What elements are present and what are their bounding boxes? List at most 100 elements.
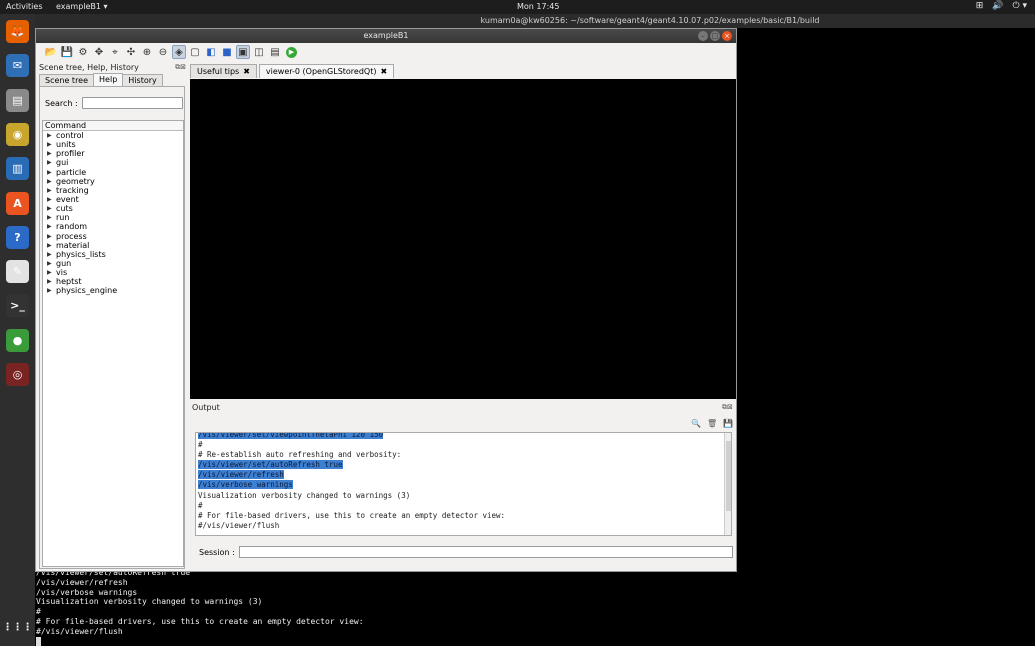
- expand-arrow-icon[interactable]: ▶: [47, 195, 56, 204]
- tab-scene-tree[interactable]: Scene tree: [39, 74, 95, 86]
- zoom-in-icon[interactable]: ⊕: [140, 45, 154, 59]
- command-item-gui[interactable]: ▶ gui: [43, 158, 183, 167]
- maximize-button[interactable]: □: [710, 31, 720, 41]
- search-icon[interactable]: 🔍: [691, 419, 701, 428]
- command-item-cuts[interactable]: ▶ cuts: [43, 204, 183, 213]
- command-item-run[interactable]: ▶ run: [43, 213, 183, 222]
- terminal-cursor: [36, 636, 41, 646]
- command-item-event[interactable]: ▶ event: [43, 195, 183, 204]
- command-item-control[interactable]: ▶ control: [43, 131, 183, 140]
- command-item-random[interactable]: ▶ random: [43, 222, 183, 231]
- output-log[interactable]: /vis/viewer/set/viewpointThetaPhi 120 15…: [195, 432, 732, 536]
- command-tree[interactable]: Command ▶ control ▶ units ▶ profiler ▶ gui ▶ part…: [42, 120, 184, 567]
- system-tray[interactable]: ⊞ 🔊 ⏻ ▾: [976, 1, 1027, 11]
- dock-help-icon[interactable]: ?: [6, 225, 29, 249]
- save-icon[interactable]: 💾: [60, 45, 74, 59]
- expand-arrow-icon[interactable]: ▶: [47, 149, 56, 158]
- expand-arrow-icon[interactable]: ▶: [47, 131, 56, 140]
- save-icon[interactable]: 💾: [723, 419, 733, 428]
- cull-icon[interactable]: ◫: [252, 45, 266, 59]
- solid-icon[interactable]: ■: [220, 45, 234, 59]
- tab-help[interactable]: Help: [93, 73, 124, 86]
- tab-viewer-0[interactable]: viewer-0 (OpenGLStoredQt) ✖: [258, 64, 395, 78]
- expand-arrow-icon[interactable]: ▶: [47, 222, 56, 231]
- dock-rhythmbox-icon[interactable]: ◉: [6, 122, 29, 146]
- command-item-physics_engine[interactable]: ▶ physics_engine: [43, 286, 183, 295]
- expand-arrow-icon[interactable]: ▶: [47, 268, 56, 277]
- scrollbar-thumb[interactable]: [726, 441, 731, 511]
- search-input[interactable]: [81, 97, 183, 109]
- expand-arrow-icon[interactable]: ▶: [47, 277, 56, 286]
- dock-thunderbird-icon[interactable]: ✉: [6, 54, 29, 78]
- output-float-close-icon[interactable]: ⧉⊠: [722, 403, 733, 412]
- crosshair-icon[interactable]: ⌖: [108, 45, 122, 59]
- output-scrollbar[interactable]: [724, 433, 731, 535]
- close-tab-icon[interactable]: ✖: [243, 67, 250, 76]
- trash-icon[interactable]: 🗑: [707, 419, 717, 428]
- command-column-header[interactable]: Command: [43, 121, 183, 131]
- expand-arrow-icon[interactable]: ▶: [47, 204, 56, 213]
- expand-arrow-icon[interactable]: ▶: [47, 250, 56, 259]
- dock-chrome-icon[interactable]: ●: [6, 328, 29, 352]
- dock-files-icon[interactable]: ▤: [6, 88, 29, 112]
- command-item-profiler[interactable]: ▶ profiler: [43, 149, 183, 158]
- command-item-units[interactable]: ▶ units: [43, 140, 183, 149]
- expand-arrow-icon[interactable]: ▶: [47, 259, 56, 268]
- command-item-material[interactable]: ▶ material: [43, 241, 183, 250]
- dock-geant4-app-icon[interactable]: ◎: [6, 363, 29, 386]
- network-icon[interactable]: ⊞: [976, 1, 984, 11]
- move-icon[interactable]: ✥: [92, 45, 106, 59]
- power-icon[interactable]: ⏻ ▾: [1013, 1, 1028, 11]
- gear-icon[interactable]: ⚙: [76, 45, 90, 59]
- dock-libreoffice-writer-icon[interactable]: ▥: [6, 157, 29, 181]
- expand-arrow-icon[interactable]: ▶: [47, 241, 56, 250]
- perspective-icon[interactable]: ◈: [172, 45, 186, 59]
- command-rows: ▶ control ▶ units ▶ profiler ▶ gui ▶ particle ▶ geo…: [43, 131, 183, 296]
- tab-useful-tips[interactable]: Useful tips ✖: [190, 64, 257, 78]
- command-item-physics_lists[interactable]: ▶ physics_lists: [43, 250, 183, 259]
- wireframe-icon[interactable]: ▢: [188, 45, 202, 59]
- window-titlebar[interactable]: exampleB1 – □ ×: [36, 29, 736, 43]
- run-icon[interactable]: ▶: [286, 46, 297, 58]
- app-menu[interactable]: exampleB1 ▾: [56, 2, 108, 11]
- volume-icon[interactable]: 🔊: [992, 1, 1003, 11]
- expand-arrow-icon[interactable]: ▶: [47, 232, 56, 241]
- expand-arrow-icon[interactable]: ▶: [47, 158, 56, 167]
- dock-software-center-icon[interactable]: A: [6, 191, 29, 215]
- terminal-output[interactable]: /vis/viewer/set/autoRefresh true/vis/vie…: [36, 568, 736, 646]
- close-button[interactable]: ×: [722, 31, 732, 41]
- terminal-line: #/vis/viewer/flush: [36, 626, 123, 636]
- expand-arrow-icon[interactable]: ▶: [47, 168, 56, 177]
- command-item-geometry[interactable]: ▶ geometry: [43, 177, 183, 186]
- output-tools: 🔍 🗑 💾: [691, 419, 733, 428]
- dock-text-editor-icon[interactable]: ✎: [6, 260, 29, 284]
- command-item-process[interactable]: ▶ process: [43, 232, 183, 241]
- expand-arrow-icon[interactable]: ▶: [47, 186, 56, 195]
- command-item-gun[interactable]: ▶ gun: [43, 259, 183, 268]
- session-input[interactable]: [238, 546, 733, 558]
- command-item-particle[interactable]: ▶ particle: [43, 168, 183, 177]
- dock-firefox-icon[interactable]: 🦊: [6, 20, 29, 43]
- expand-arrow-icon[interactable]: ▶: [47, 213, 56, 222]
- rotate-icon[interactable]: ✣: [124, 45, 138, 59]
- zoom-out-icon[interactable]: ⊖: [156, 45, 170, 59]
- dock-terminal-icon[interactable]: >_: [6, 294, 29, 318]
- show-apps-icon[interactable]: ⋮⋮⋮: [3, 616, 33, 639]
- open-icon[interactable]: 📂: [44, 45, 58, 59]
- tab-history[interactable]: History: [122, 74, 163, 86]
- expand-arrow-icon[interactable]: ▶: [47, 140, 56, 149]
- command-item-heptst[interactable]: ▶ heptst: [43, 277, 183, 286]
- command-item-vis[interactable]: ▶ vis: [43, 268, 183, 277]
- close-tab-icon[interactable]: ✖: [380, 67, 387, 76]
- minimize-button[interactable]: –: [698, 31, 708, 41]
- expand-arrow-icon[interactable]: ▶: [47, 286, 56, 295]
- expand-arrow-icon[interactable]: ▶: [47, 177, 56, 186]
- clock[interactable]: Mon 17:45: [517, 2, 559, 11]
- panel-float-close-icon[interactable]: ⧉⊠: [175, 63, 186, 72]
- opengl-viewer[interactable]: [190, 79, 736, 399]
- surface-icon[interactable]: ▤: [268, 45, 282, 59]
- ortho-icon[interactable]: ▣: [236, 45, 250, 59]
- hidden-line-icon[interactable]: ◧: [204, 45, 218, 59]
- command-item-tracking[interactable]: ▶ tracking: [43, 186, 183, 195]
- activities-button[interactable]: Activities: [6, 2, 43, 11]
